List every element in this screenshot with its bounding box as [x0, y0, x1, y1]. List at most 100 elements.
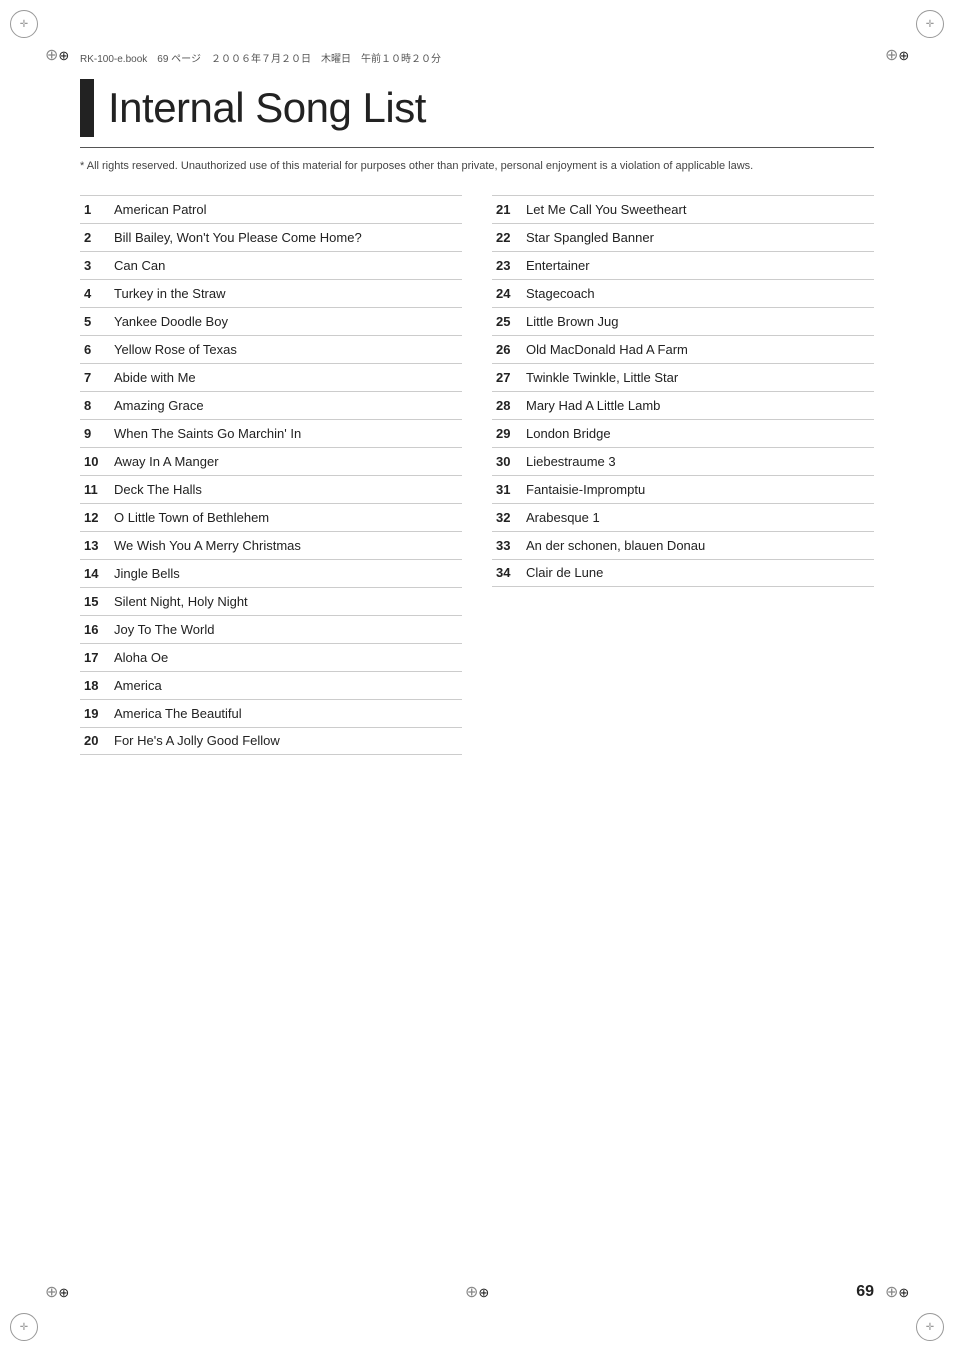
song-number: 17: [84, 650, 114, 665]
song-name: Away In A Manger: [114, 454, 219, 469]
song-name: Little Brown Jug: [526, 314, 619, 329]
song-name: America The Beautiful: [114, 706, 242, 721]
song-number: 11: [84, 482, 114, 497]
title-accent: [80, 79, 94, 137]
song-name: Liebestraume 3: [526, 454, 616, 469]
song-name: Let Me Call You Sweetheart: [526, 202, 686, 217]
song-number: 24: [496, 286, 526, 301]
list-item: 25Little Brown Jug: [492, 307, 874, 335]
corner-mark-bl: [10, 1313, 38, 1341]
crosshair-tr: ⊕: [885, 45, 909, 69]
list-item: 23Entertainer: [492, 251, 874, 279]
song-name: Entertainer: [526, 258, 590, 273]
song-number: 12: [84, 510, 114, 525]
song-number: 31: [496, 482, 526, 497]
song-number: 1: [84, 202, 114, 217]
list-item: 34Clair de Lune: [492, 559, 874, 587]
song-number: 21: [496, 202, 526, 217]
song-name: Stagecoach: [526, 286, 595, 301]
song-number: 25: [496, 314, 526, 329]
song-number: 28: [496, 398, 526, 413]
list-item: 24Stagecoach: [492, 279, 874, 307]
song-number: 2: [84, 230, 114, 245]
song-number: 19: [84, 706, 114, 721]
list-item: 11Deck The Halls: [80, 475, 462, 503]
song-name: Mary Had A Little Lamb: [526, 398, 660, 413]
list-item: 32Arabesque 1: [492, 503, 874, 531]
song-name: Joy To The World: [114, 622, 214, 637]
corner-mark-br: [916, 1313, 944, 1341]
crosshair-bl: ⊕: [45, 1282, 69, 1306]
title-divider: [80, 147, 874, 148]
list-item: 29London Bridge: [492, 419, 874, 447]
file-info: RK-100-e.book 69 ページ ２００６年７月２０日 木曜日 午前１０…: [80, 50, 874, 65]
song-name: For He's A Jolly Good Fellow: [114, 733, 280, 748]
song-name: Aloha Oe: [114, 650, 168, 665]
copyright-note: * All rights reserved. Unauthorized use …: [80, 158, 874, 175]
song-list-container: 1American Patrol2Bill Bailey, Won't You …: [80, 195, 874, 755]
song-name: Deck The Halls: [114, 482, 202, 497]
list-item: 33An der schonen, blauen Donau: [492, 531, 874, 559]
song-number: 20: [84, 733, 114, 748]
song-name: When The Saints Go Marchin' In: [114, 426, 301, 441]
song-name: Abide with Me: [114, 370, 196, 385]
song-name: Silent Night, Holy Night: [114, 594, 248, 609]
list-item: 8Amazing Grace: [80, 391, 462, 419]
list-item: 6Yellow Rose of Texas: [80, 335, 462, 363]
page-title: Internal Song List: [108, 84, 426, 132]
song-number: 4: [84, 286, 114, 301]
list-item: 7Abide with Me: [80, 363, 462, 391]
song-number: 15: [84, 594, 114, 609]
crosshair-bm: ⊕: [465, 1282, 489, 1306]
song-name: Yankee Doodle Boy: [114, 314, 228, 329]
song-name: American Patrol: [114, 202, 206, 217]
song-name: O Little Town of Bethlehem: [114, 510, 269, 525]
list-item: 22Star Spangled Banner: [492, 223, 874, 251]
crosshair-br: ⊕: [885, 1282, 909, 1306]
list-item: 16Joy To The World: [80, 615, 462, 643]
song-number: 30: [496, 454, 526, 469]
song-number: 9: [84, 426, 114, 441]
list-item: 31Fantaisie-Impromptu: [492, 475, 874, 503]
song-name: We Wish You A Merry Christmas: [114, 538, 301, 553]
song-number: 27: [496, 370, 526, 385]
song-name: Star Spangled Banner: [526, 230, 654, 245]
crosshair-tl: ⊕: [45, 45, 69, 69]
list-item: 10Away In A Manger: [80, 447, 462, 475]
song-number: 33: [496, 538, 526, 553]
song-number: 13: [84, 538, 114, 553]
list-item: 1American Patrol: [80, 195, 462, 223]
list-item: 30Liebestraume 3: [492, 447, 874, 475]
song-number: 32: [496, 510, 526, 525]
song-name: Yellow Rose of Texas: [114, 342, 237, 357]
list-item: 9When The Saints Go Marchin' In: [80, 419, 462, 447]
song-name: America: [114, 678, 162, 693]
song-name: An der schonen, blauen Donau: [526, 538, 705, 553]
list-item: 17Aloha Oe: [80, 643, 462, 671]
song-number: 22: [496, 230, 526, 245]
list-item: 26Old MacDonald Had A Farm: [492, 335, 874, 363]
song-name: Can Can: [114, 258, 165, 273]
list-item: 19America The Beautiful: [80, 699, 462, 727]
song-number: 23: [496, 258, 526, 273]
song-number: 8: [84, 398, 114, 413]
list-item: 5Yankee Doodle Boy: [80, 307, 462, 335]
corner-mark-tl: [10, 10, 38, 38]
song-name: Old MacDonald Had A Farm: [526, 342, 688, 357]
song-name: Clair de Lune: [526, 565, 603, 580]
list-item: 12O Little Town of Bethlehem: [80, 503, 462, 531]
list-item: 4Turkey in the Straw: [80, 279, 462, 307]
song-number: 14: [84, 566, 114, 581]
song-name: Amazing Grace: [114, 398, 204, 413]
song-number: 7: [84, 370, 114, 385]
list-item: 3Can Can: [80, 251, 462, 279]
page-number: 69: [856, 1283, 874, 1301]
song-number: 16: [84, 622, 114, 637]
list-item: 20For He's A Jolly Good Fellow: [80, 727, 462, 755]
corner-mark-tr: [916, 10, 944, 38]
list-item: 13We Wish You A Merry Christmas: [80, 531, 462, 559]
song-number: 10: [84, 454, 114, 469]
song-name: Bill Bailey, Won't You Please Come Home?: [114, 230, 362, 245]
song-number: 5: [84, 314, 114, 329]
list-item: 27Twinkle Twinkle, Little Star: [492, 363, 874, 391]
